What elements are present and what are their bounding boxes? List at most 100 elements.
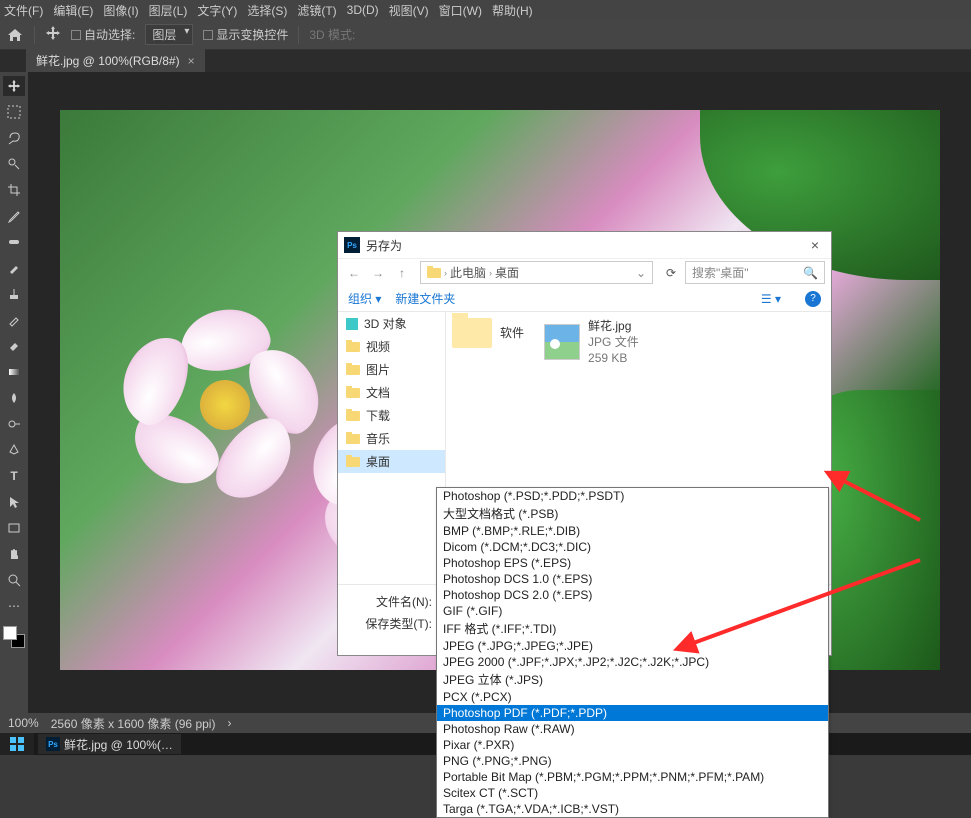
filetype-option[interactable]: PCX (*.PCX) <box>437 689 828 705</box>
close-dialog-button[interactable]: × <box>805 237 825 253</box>
show-transform-checkbox[interactable]: 显示变换控件 <box>203 26 288 43</box>
history-brush-tool[interactable] <box>3 310 25 330</box>
breadcrumb-item[interactable]: 桌面 <box>495 264 519 281</box>
blur-tool[interactable] <box>3 388 25 408</box>
menu-3d[interactable]: 3D(D) <box>347 3 379 17</box>
nav-up-icon[interactable]: ↑ <box>392 266 412 280</box>
filetype-option[interactable]: 大型文档格式 (*.PSB) <box>437 504 828 523</box>
auto-select-checkbox[interactable]: 自动选择: <box>71 26 135 43</box>
home-icon[interactable] <box>6 26 24 44</box>
move-tool-icon[interactable] <box>45 25 61 44</box>
breadcrumb-item[interactable]: 此电脑 <box>450 264 486 281</box>
menu-type[interactable]: 文字(Y) <box>197 2 237 19</box>
spot-heal-tool[interactable] <box>3 232 25 252</box>
view-options-button[interactable]: ☰ ▾ <box>761 292 781 306</box>
eraser-tool[interactable] <box>3 336 25 356</box>
clone-stamp-tool[interactable] <box>3 284 25 304</box>
edit-toolbar-icon[interactable]: ⋯ <box>3 596 25 616</box>
menu-file[interactable]: 文件(F) <box>4 2 43 19</box>
document-tab-label: 鲜花.jpg @ 100%(RGB/8#) <box>36 52 180 69</box>
chevron-down-icon[interactable]: ⌄ <box>636 266 646 280</box>
dialog-title-bar: Ps 另存为 × <box>338 232 831 258</box>
nav-back-icon[interactable]: ← <box>344 266 364 280</box>
sidebar-item-desktop[interactable]: 桌面 <box>338 450 445 473</box>
menu-image[interactable]: 图像(I) <box>103 2 138 19</box>
menu-help[interactable]: 帮助(H) <box>492 2 533 19</box>
filetype-label: 保存类型(T): <box>338 615 438 632</box>
rectangle-tool[interactable] <box>3 518 25 538</box>
ps-logo-icon: Ps <box>344 237 360 253</box>
menu-filter[interactable]: 滤镜(T) <box>297 2 336 19</box>
sidebar-item-documents[interactable]: 文档 <box>338 381 445 404</box>
filetype-option[interactable]: JPEG 2000 (*.JPF;*.JPX;*.JP2;*.J2C;*.J2K… <box>437 654 828 670</box>
filetype-option[interactable]: Dicom (*.DCM;*.DC3;*.DIC) <box>437 539 828 555</box>
filetype-option[interactable]: Pixar (*.PXR) <box>437 737 828 753</box>
file-item-folder[interactable]: 软件 <box>452 318 524 348</box>
brush-tool[interactable] <box>3 258 25 278</box>
folder-icon <box>346 365 360 375</box>
search-placeholder: 搜索"桌面" <box>692 264 749 281</box>
new-folder-button[interactable]: 新建文件夹 <box>395 290 455 307</box>
refresh-icon[interactable]: ⟳ <box>661 266 681 280</box>
auto-select-dropdown[interactable]: 图层 <box>145 24 193 45</box>
search-input[interactable]: 搜索"桌面" 🔍 <box>685 261 825 284</box>
menu-view[interactable]: 视图(V) <box>389 2 429 19</box>
sidebar-item-downloads[interactable]: 下载 <box>338 404 445 427</box>
type-tool[interactable]: T <box>3 466 25 486</box>
filetype-option[interactable]: Photoshop DCS 1.0 (*.EPS) <box>437 571 828 587</box>
filetype-option[interactable]: Portable Bit Map (*.PBM;*.PGM;*.PPM;*.PN… <box>437 769 828 785</box>
status-chevron-icon[interactable]: › <box>227 716 231 730</box>
pen-tool[interactable] <box>3 440 25 460</box>
filetype-option[interactable]: Photoshop PDF (*.PDF;*.PDP) <box>437 705 828 721</box>
hand-tool[interactable] <box>3 544 25 564</box>
menu-bar: 文件(F) 编辑(E) 图像(I) 图层(L) 文字(Y) 选择(S) 滤镜(T… <box>0 0 971 20</box>
options-bar: 自动选择: 图层 显示变换控件 3D 模式: <box>0 20 971 50</box>
help-icon[interactable]: ? <box>805 291 821 307</box>
sidebar-item-videos[interactable]: 视频 <box>338 335 445 358</box>
menu-select[interactable]: 选择(S) <box>247 2 287 19</box>
marquee-tool[interactable] <box>3 102 25 122</box>
dodge-tool[interactable] <box>3 414 25 434</box>
filetype-option[interactable]: JPEG (*.JPG;*.JPEG;*.JPE) <box>437 638 828 654</box>
file-item-image[interactable]: 鲜花.jpg JPG 文件 259 KB <box>544 318 639 367</box>
filetype-option[interactable]: Photoshop (*.PSD;*.PDD;*.PSDT) <box>437 488 828 504</box>
gradient-tool[interactable] <box>3 362 25 382</box>
close-tab-icon[interactable]: × <box>188 54 195 68</box>
filetype-option[interactable]: GIF (*.GIF) <box>437 603 828 619</box>
sidebar-item-3d[interactable]: 3D 对象 <box>338 312 445 335</box>
sidebar-item-pictures[interactable]: 图片 <box>338 358 445 381</box>
zoom-tool[interactable] <box>3 570 25 590</box>
sidebar-item-music[interactable]: 音乐 <box>338 427 445 450</box>
eyedropper-tool[interactable] <box>3 206 25 226</box>
organize-button[interactable]: 组织 ▾ <box>348 290 381 307</box>
move-tool[interactable] <box>3 76 25 96</box>
zoom-level[interactable]: 100% <box>8 716 39 730</box>
nav-forward-icon[interactable]: → <box>368 266 388 280</box>
filetype-option[interactable]: PNG (*.PNG;*.PNG) <box>437 753 828 769</box>
filetype-option[interactable]: BMP (*.BMP;*.RLE;*.DIB) <box>437 523 828 539</box>
filetype-option[interactable]: Photoshop Raw (*.RAW) <box>437 721 828 737</box>
filename-label: 文件名(N): <box>338 593 438 610</box>
start-button[interactable] <box>0 733 34 755</box>
taskbar-app-photoshop[interactable]: Ps鲜花.jpg @ 100%(… <box>38 734 181 754</box>
menu-window[interactable]: 窗口(W) <box>439 2 482 19</box>
path-select-tool[interactable] <box>3 492 25 512</box>
breadcrumb[interactable]: › 此电脑 › 桌面 ⌄ <box>420 261 653 284</box>
crop-tool[interactable] <box>3 180 25 200</box>
menu-edit[interactable]: 编辑(E) <box>53 2 93 19</box>
filetype-option[interactable]: Photoshop DCS 2.0 (*.EPS) <box>437 587 828 603</box>
mode-3d-label: 3D 模式: <box>309 26 355 43</box>
filetype-option[interactable]: Photoshop EPS (*.EPS) <box>437 555 828 571</box>
color-swatches[interactable] <box>3 626 25 648</box>
image-file-icon <box>544 324 580 360</box>
dialog-nav-bar: ← → ↑ › 此电脑 › 桌面 ⌄ ⟳ 搜索"桌面" 🔍 <box>338 258 831 286</box>
document-tab[interactable]: 鲜花.jpg @ 100%(RGB/8#) × <box>26 49 205 72</box>
dialog-title: 另存为 <box>366 237 402 254</box>
filetype-option[interactable]: Targa (*.TGA;*.VDA;*.ICB;*.VST) <box>437 801 828 817</box>
menu-layer[interactable]: 图层(L) <box>149 2 188 19</box>
lasso-tool[interactable] <box>3 128 25 148</box>
filetype-option[interactable]: JPEG 立体 (*.JPS) <box>437 670 828 689</box>
filetype-option[interactable]: IFF 格式 (*.IFF;*.TDI) <box>437 619 828 638</box>
filetype-option[interactable]: Scitex CT (*.SCT) <box>437 785 828 801</box>
quick-select-tool[interactable] <box>3 154 25 174</box>
